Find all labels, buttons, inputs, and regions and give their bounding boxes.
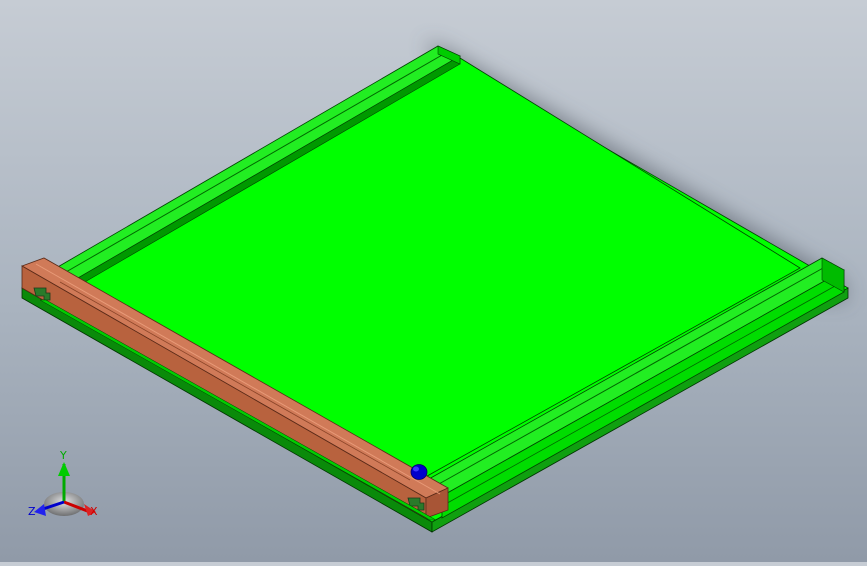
model-view[interactable] xyxy=(0,0,867,562)
z-axis-label: Z xyxy=(28,505,36,518)
main-plate xyxy=(69,57,801,481)
marker-sphere-highlight xyxy=(413,466,419,472)
marker-sphere[interactable] xyxy=(410,464,428,480)
x-axis-label: X xyxy=(90,505,98,518)
graphics-viewport[interactable]: Y X Z xyxy=(0,0,867,562)
y-axis-label: Y xyxy=(60,449,67,462)
y-axis-arrow xyxy=(58,462,70,476)
coordinate-triad[interactable]: Y X Z xyxy=(22,446,112,526)
